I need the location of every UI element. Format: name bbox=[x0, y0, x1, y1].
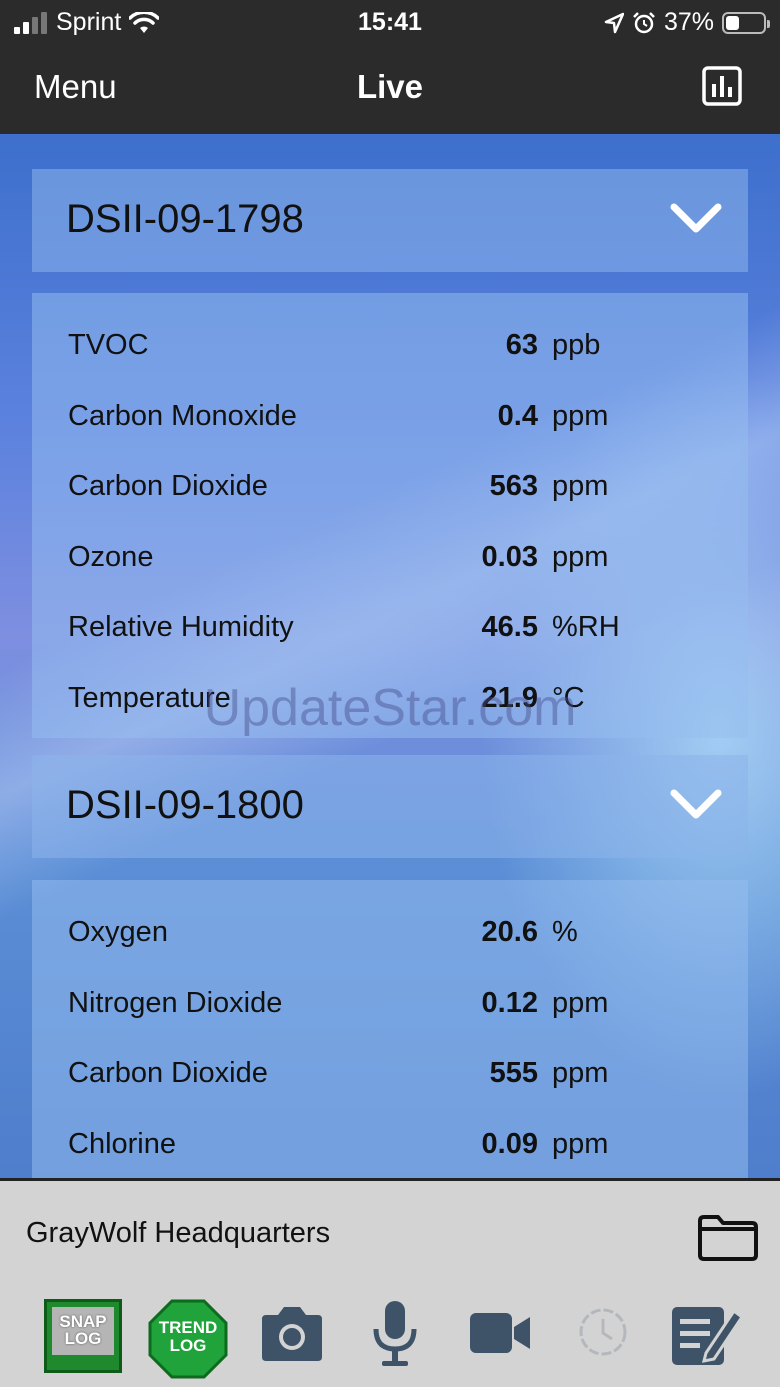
snap-log-button[interactable]: SNAP LOG bbox=[44, 1299, 122, 1373]
reading-row: Relative Humidity 46.5 %RH bbox=[32, 587, 748, 658]
snap-log-label: SNAP LOG bbox=[52, 1307, 114, 1355]
camera-icon[interactable] bbox=[258, 1303, 326, 1363]
location-arrow-icon bbox=[604, 12, 624, 33]
page-title: Live bbox=[356, 68, 424, 105]
reading-value: 0.09 bbox=[481, 1127, 538, 1160]
reading-row: Temperature 21.9 °C bbox=[32, 658, 748, 729]
reading-label: Carbon Monoxide bbox=[68, 399, 297, 432]
video-camera-icon[interactable] bbox=[468, 1311, 532, 1355]
reading-value: 63 bbox=[505, 329, 538, 361]
reading-label: Carbon Dioxide bbox=[68, 470, 268, 502]
reading-label: Relative Humidity bbox=[68, 611, 294, 643]
reading-unit: ppm bbox=[552, 540, 609, 573]
microphone-icon[interactable] bbox=[370, 1299, 420, 1369]
reading-row: Carbon Dioxide 563 ppm bbox=[32, 446, 748, 517]
reading-value: 563 bbox=[489, 470, 538, 502]
reading-label: Ozone bbox=[68, 540, 154, 573]
reading-value: 21.9 bbox=[481, 681, 538, 714]
device-name: DSII-09-1798 bbox=[66, 197, 304, 241]
location-name: GrayWolf Headquarters bbox=[26, 1217, 331, 1249]
device-name: DSII-09-1800 bbox=[66, 783, 304, 827]
notes-edit-icon[interactable] bbox=[668, 1299, 748, 1369]
device-header-dsii-09-1800[interactable]: DSII-09-1800 bbox=[32, 755, 748, 858]
trend-log-line1: TREND bbox=[158, 1318, 218, 1337]
reading-row: TVOC 63 ppb bbox=[32, 305, 748, 376]
menu-button[interactable]: Menu bbox=[34, 68, 117, 106]
chevron-down-icon[interactable] bbox=[670, 203, 722, 235]
reading-label: TVOC bbox=[68, 329, 149, 361]
reading-unit: ppm bbox=[552, 1127, 609, 1160]
reading-label: Chlorine bbox=[68, 1127, 176, 1160]
reading-value: 20.6 bbox=[481, 916, 538, 948]
reading-label: Oxygen bbox=[68, 916, 168, 948]
reading-unit: °C bbox=[552, 681, 585, 714]
trend-log-line2: LOG bbox=[169, 1336, 207, 1355]
folder-icon[interactable] bbox=[696, 1211, 760, 1263]
reading-unit: ppm bbox=[552, 399, 609, 432]
reading-value: 46.5 bbox=[481, 611, 538, 643]
trend-log-label: TREND LOG bbox=[148, 1319, 228, 1355]
reading-row: Ozone 0.03 ppm bbox=[32, 517, 748, 588]
bar-chart-icon[interactable] bbox=[702, 66, 742, 106]
reading-value: 555 bbox=[489, 1057, 538, 1089]
battery-icon bbox=[722, 11, 770, 34]
device-readings-panel: TVOC 63 ppb Carbon Monoxide 0.4 ppm Carb… bbox=[32, 293, 748, 738]
reading-row: Chlorine 0.09 ppm bbox=[32, 1104, 748, 1175]
reading-unit: %RH bbox=[552, 611, 620, 643]
chevron-down-icon[interactable] bbox=[670, 789, 722, 821]
action-toolbar: SNAP LOG TREND LOG bbox=[0, 1299, 780, 1379]
reading-row: Oxygen 20.6 % bbox=[32, 892, 748, 963]
reading-value: 0.03 bbox=[481, 540, 538, 573]
reading-row: Nitrogen Dioxide 0.12 ppm bbox=[32, 963, 748, 1034]
battery-level bbox=[726, 15, 739, 30]
reading-label: Nitrogen Dioxide bbox=[68, 986, 283, 1019]
footer-bar: GrayWolf Headquarters SNAP LOG TREND LOG bbox=[0, 1178, 780, 1387]
reading-value: 0.4 bbox=[497, 399, 538, 432]
nav-bar: Menu Live bbox=[0, 44, 780, 134]
battery-percent: 37% bbox=[663, 8, 714, 36]
reading-unit: ppm bbox=[552, 470, 609, 502]
reading-unit: ppm bbox=[552, 1057, 609, 1089]
reading-row: Carbon Monoxide 0.4 ppm bbox=[32, 376, 748, 447]
alarm-icon bbox=[633, 11, 655, 33]
device-readings-panel: Oxygen 20.6 % Nitrogen Dioxide 0.12 ppm … bbox=[32, 880, 748, 1178]
reading-row: Carbon Dioxide 555 ppm bbox=[32, 1033, 748, 1104]
reading-label: Temperature bbox=[68, 681, 231, 714]
reading-unit: % bbox=[552, 916, 578, 948]
reading-unit: ppb bbox=[552, 329, 601, 361]
status-bar: Sprint 15:41 37% bbox=[0, 0, 780, 44]
device-header-dsii-09-1798[interactable]: DSII-09-1798 bbox=[32, 169, 748, 272]
history-clock-icon bbox=[579, 1308, 627, 1356]
status-right: 37% bbox=[604, 8, 770, 37]
reading-value: 0.12 bbox=[481, 986, 538, 1019]
snap-log-line2: LOG bbox=[64, 1329, 102, 1348]
live-readings-list[interactable]: DSII-09-1798 TVOC 63 ppb Carbon Monoxide… bbox=[0, 134, 780, 1178]
trend-log-button[interactable]: TREND LOG bbox=[148, 1299, 228, 1379]
reading-unit: ppm bbox=[552, 986, 609, 1019]
reading-label: Carbon Dioxide bbox=[68, 1057, 268, 1089]
